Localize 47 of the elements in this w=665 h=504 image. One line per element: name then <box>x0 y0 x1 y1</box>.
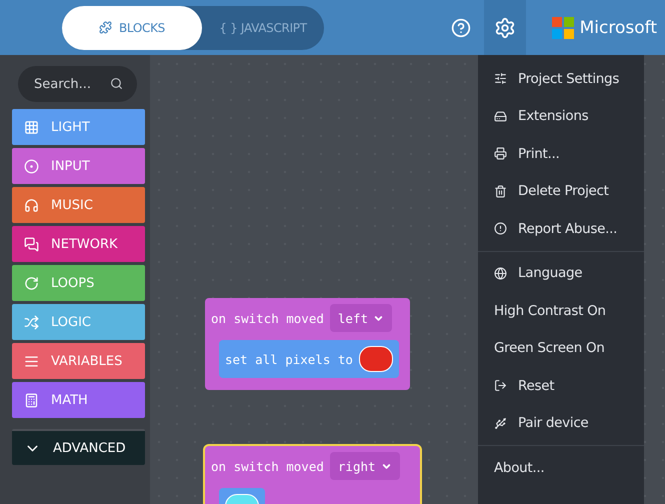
event-block[interactable]: on switch moved right <box>205 446 420 504</box>
menu-item[interactable]: Reset <box>478 367 644 404</box>
editor-tab[interactable]: BLOCKS <box>62 6 202 50</box>
menu-item[interactable]: Project Settings <box>478 60 644 98</box>
statement-block[interactable]: set all pixels to <box>219 340 399 378</box>
menu-item[interactable]: High Contrast On <box>478 292 644 330</box>
category-icon <box>24 354 39 368</box>
menu-item[interactable]: Delete Project <box>478 172 644 210</box>
category-button[interactable]: LOOPS <box>12 265 145 301</box>
option-dropdown[interactable]: left <box>330 304 392 332</box>
advanced-button[interactable]: ADVANCED <box>12 429 145 465</box>
search-field[interactable]: Search... <box>18 66 137 102</box>
category-button[interactable]: VARIABLES <box>12 343 145 379</box>
search-icon <box>110 77 123 90</box>
menu-item[interactable]: Language <box>478 254 644 292</box>
menu-item[interactable]: Pair device <box>478 404 644 442</box>
block-label: on switch moved <box>211 458 324 474</box>
category-icon <box>24 198 39 212</box>
category-button[interactable]: MUSIC <box>12 187 145 223</box>
category-button[interactable]: MATH <box>12 382 145 418</box>
puzzle-icon <box>98 21 112 34</box>
block-label: set all pixels to <box>225 352 353 366</box>
menu-item[interactable]: About... <box>478 449 644 486</box>
editor-tab[interactable]: { } JAVASCRIPT <box>202 6 324 50</box>
help-icon <box>450 18 471 38</box>
category-icon <box>24 276 39 290</box>
category-button[interactable]: LOGIC <box>12 304 145 340</box>
category-icon <box>24 392 39 408</box>
brand-name: Microsoft <box>580 18 657 38</box>
menu-item[interactable]: Report Abuse... <box>478 210 644 248</box>
settings-button[interactable] <box>484 0 526 55</box>
menu-item[interactable]: Green Screen On <box>478 330 644 367</box>
menu-item[interactable]: Extensions <box>478 98 644 135</box>
category-icon <box>24 158 39 174</box>
menu-item[interactable]: Print... <box>478 135 644 172</box>
option-dropdown[interactable]: right <box>330 452 400 480</box>
category-icon <box>24 314 39 330</box>
event-block[interactable]: on switch moved left set all pixels to <box>205 298 410 390</box>
category-icon <box>24 236 39 252</box>
color-swatch[interactable] <box>358 346 393 372</box>
block-label: on switch moved <box>211 310 324 326</box>
category-icon <box>24 120 39 134</box>
settings-icon <box>494 16 516 38</box>
logo-icon <box>552 16 574 38</box>
category-button[interactable]: NETWORK <box>12 226 145 262</box>
category-button[interactable]: INPUT <box>12 148 145 184</box>
category-button[interactable]: LIGHT <box>12 109 145 145</box>
